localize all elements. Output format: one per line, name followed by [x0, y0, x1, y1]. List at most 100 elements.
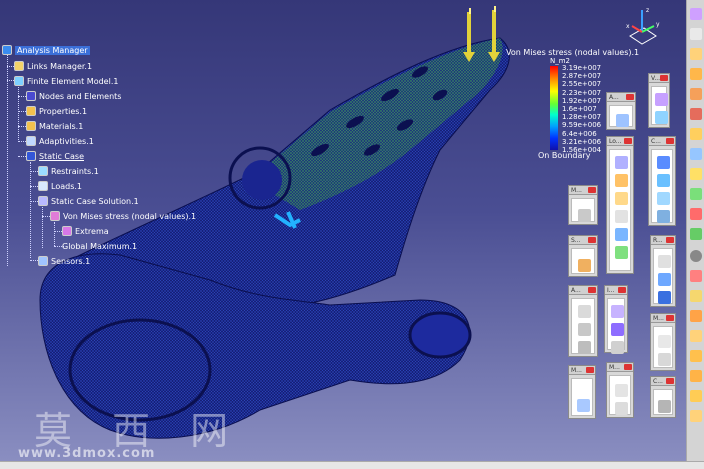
- connection-icon[interactable]: [658, 400, 671, 413]
- fillet-icon[interactable]: [690, 168, 702, 180]
- scaling-icon[interactable]: [690, 350, 702, 362]
- toolbar-model-manager[interactable]: M...: [568, 185, 598, 225]
- displacement-icon[interactable]: [611, 341, 624, 354]
- close-icon[interactable]: [660, 75, 668, 81]
- split-icon[interactable]: [690, 290, 702, 302]
- chamfer-icon[interactable]: [690, 188, 702, 200]
- deformed-mesh-icon[interactable]: [611, 305, 624, 318]
- close-icon[interactable]: [666, 138, 674, 144]
- close-icon[interactable]: [618, 287, 626, 293]
- tree-item-nodes-elements[interactable]: Nodes and Elements: [26, 90, 121, 102]
- compass-icon[interactable]: z y x: [622, 6, 662, 46]
- close-icon[interactable]: [624, 364, 632, 370]
- local-mesh-icon[interactable]: [577, 399, 590, 412]
- mesh-icon[interactable]: [578, 209, 591, 222]
- workbench-icon[interactable]: [690, 8, 702, 20]
- legend-value: 2.87e+007: [562, 72, 602, 81]
- shaft-icon[interactable]: [690, 108, 702, 120]
- tree-item-von-mises[interactable]: Von Mises stress (nodal values).1: [50, 210, 196, 222]
- zoom-icon[interactable]: [616, 114, 629, 127]
- animate-icon[interactable]: [578, 305, 591, 318]
- thickness-icon[interactable]: [690, 270, 702, 282]
- compute-all-icon[interactable]: [657, 174, 670, 187]
- rib-icon[interactable]: [690, 148, 702, 160]
- tree-item-properties[interactable]: Properties.1: [26, 105, 87, 117]
- compute-icon[interactable]: [657, 156, 670, 169]
- sensor-icon[interactable]: [578, 259, 591, 272]
- toolbar-title: V...: [651, 75, 661, 82]
- isostatic-icon[interactable]: [658, 291, 671, 304]
- tree-item-global-maximum[interactable]: Global Maximum.1: [62, 240, 137, 252]
- assemble-icon[interactable]: [690, 390, 702, 402]
- shell-icon[interactable]: [690, 228, 702, 240]
- von-mises-icon[interactable]: [611, 323, 624, 336]
- measure-icon[interactable]: [658, 335, 671, 348]
- close-icon[interactable]: [666, 315, 674, 321]
- mass-icon[interactable]: [615, 384, 628, 397]
- pad-icon[interactable]: [690, 68, 702, 80]
- tree-item-materials[interactable]: Materials.1: [26, 120, 83, 132]
- toolbar-measure[interactable]: M...: [650, 313, 676, 371]
- bearing-load-icon[interactable]: [615, 210, 628, 223]
- distributed-mass-icon[interactable]: [615, 402, 628, 415]
- select-icon[interactable]: [690, 28, 702, 40]
- toolbar-sensors[interactable]: S...: [568, 235, 598, 277]
- toolbar-mass[interactable]: M...: [606, 362, 634, 418]
- tree-item-finite-element-model[interactable]: Finite Element Model.1: [14, 75, 118, 87]
- external-storage-icon[interactable]: [657, 210, 670, 223]
- sketch-icon[interactable]: [690, 48, 702, 60]
- tree-item-restraints[interactable]: Restraints.1: [38, 165, 99, 177]
- close-icon[interactable]: [588, 237, 596, 243]
- tree-item-static-case-solution[interactable]: Static Case Solution.1: [38, 195, 139, 207]
- hole-icon[interactable]: [690, 128, 702, 140]
- gravity-icon[interactable]: [615, 228, 628, 241]
- cut-plane-icon[interactable]: [578, 323, 591, 336]
- tree-item-sensors[interactable]: Sensors.1: [38, 255, 90, 267]
- deformation-icon[interactable]: [655, 111, 668, 124]
- sphere-icon[interactable]: [690, 250, 702, 262]
- close-icon[interactable]: [666, 378, 674, 384]
- toolbar-title: I...: [607, 287, 615, 294]
- surface-slider-icon[interactable]: [658, 273, 671, 286]
- storage-icon[interactable]: [657, 192, 670, 205]
- remove-icon[interactable]: [690, 410, 702, 422]
- toolbar-restraints[interactable]: R...: [650, 235, 676, 307]
- tree-item-extrema[interactable]: Extrema: [62, 225, 109, 237]
- amplification-icon[interactable]: [578, 341, 591, 354]
- measure-item-icon[interactable]: [658, 353, 671, 366]
- tree-item-links-manager[interactable]: Links Manager.1: [14, 60, 92, 72]
- close-icon[interactable]: [666, 237, 674, 243]
- toolbar-view[interactable]: V...: [648, 73, 670, 128]
- image-icon: [50, 211, 60, 221]
- mirror-icon[interactable]: [690, 310, 702, 322]
- close-icon[interactable]: [588, 187, 596, 193]
- toolbar-analysis[interactable]: A...: [606, 92, 636, 130]
- close-icon[interactable]: [588, 287, 596, 293]
- distributed-force-icon[interactable]: [615, 174, 628, 187]
- view-mode-icon[interactable]: [655, 93, 668, 106]
- specification-tree: Analysis Manager Links Manager.1 Finite …: [2, 44, 202, 274]
- close-icon[interactable]: [626, 94, 634, 100]
- toolbar-analysis-tools[interactable]: A...: [568, 285, 598, 357]
- draft-icon[interactable]: [690, 208, 702, 220]
- toolbar-title: Lo...: [609, 138, 622, 145]
- toolbar-mesh-specs[interactable]: M...: [568, 365, 596, 419]
- toolbar-image[interactable]: I...: [604, 285, 628, 354]
- tree-item-adaptivities[interactable]: Adaptivities.1: [26, 135, 94, 147]
- boolean-icon[interactable]: [690, 370, 702, 382]
- close-icon[interactable]: [586, 367, 594, 373]
- toolbar-connections[interactable]: C...: [650, 376, 676, 418]
- tree-item-analysis-manager[interactable]: Analysis Manager: [2, 44, 90, 56]
- enforced-displacement-icon[interactable]: [615, 246, 628, 259]
- moment-icon[interactable]: [615, 192, 628, 205]
- clamp-icon[interactable]: [658, 255, 671, 268]
- tree-item-loads[interactable]: Loads.1: [38, 180, 82, 192]
- close-icon[interactable]: [624, 138, 632, 144]
- tree-item-static-case[interactable]: Static Case: [26, 150, 84, 162]
- toolbar-loads[interactable]: Lo...: [606, 136, 634, 274]
- toolbar-title: M...: [571, 367, 582, 374]
- pocket-icon[interactable]: [690, 88, 702, 100]
- pressure-icon[interactable]: [615, 156, 628, 169]
- pattern-icon[interactable]: [690, 330, 702, 342]
- toolbar-compute[interactable]: C...: [648, 136, 676, 226]
